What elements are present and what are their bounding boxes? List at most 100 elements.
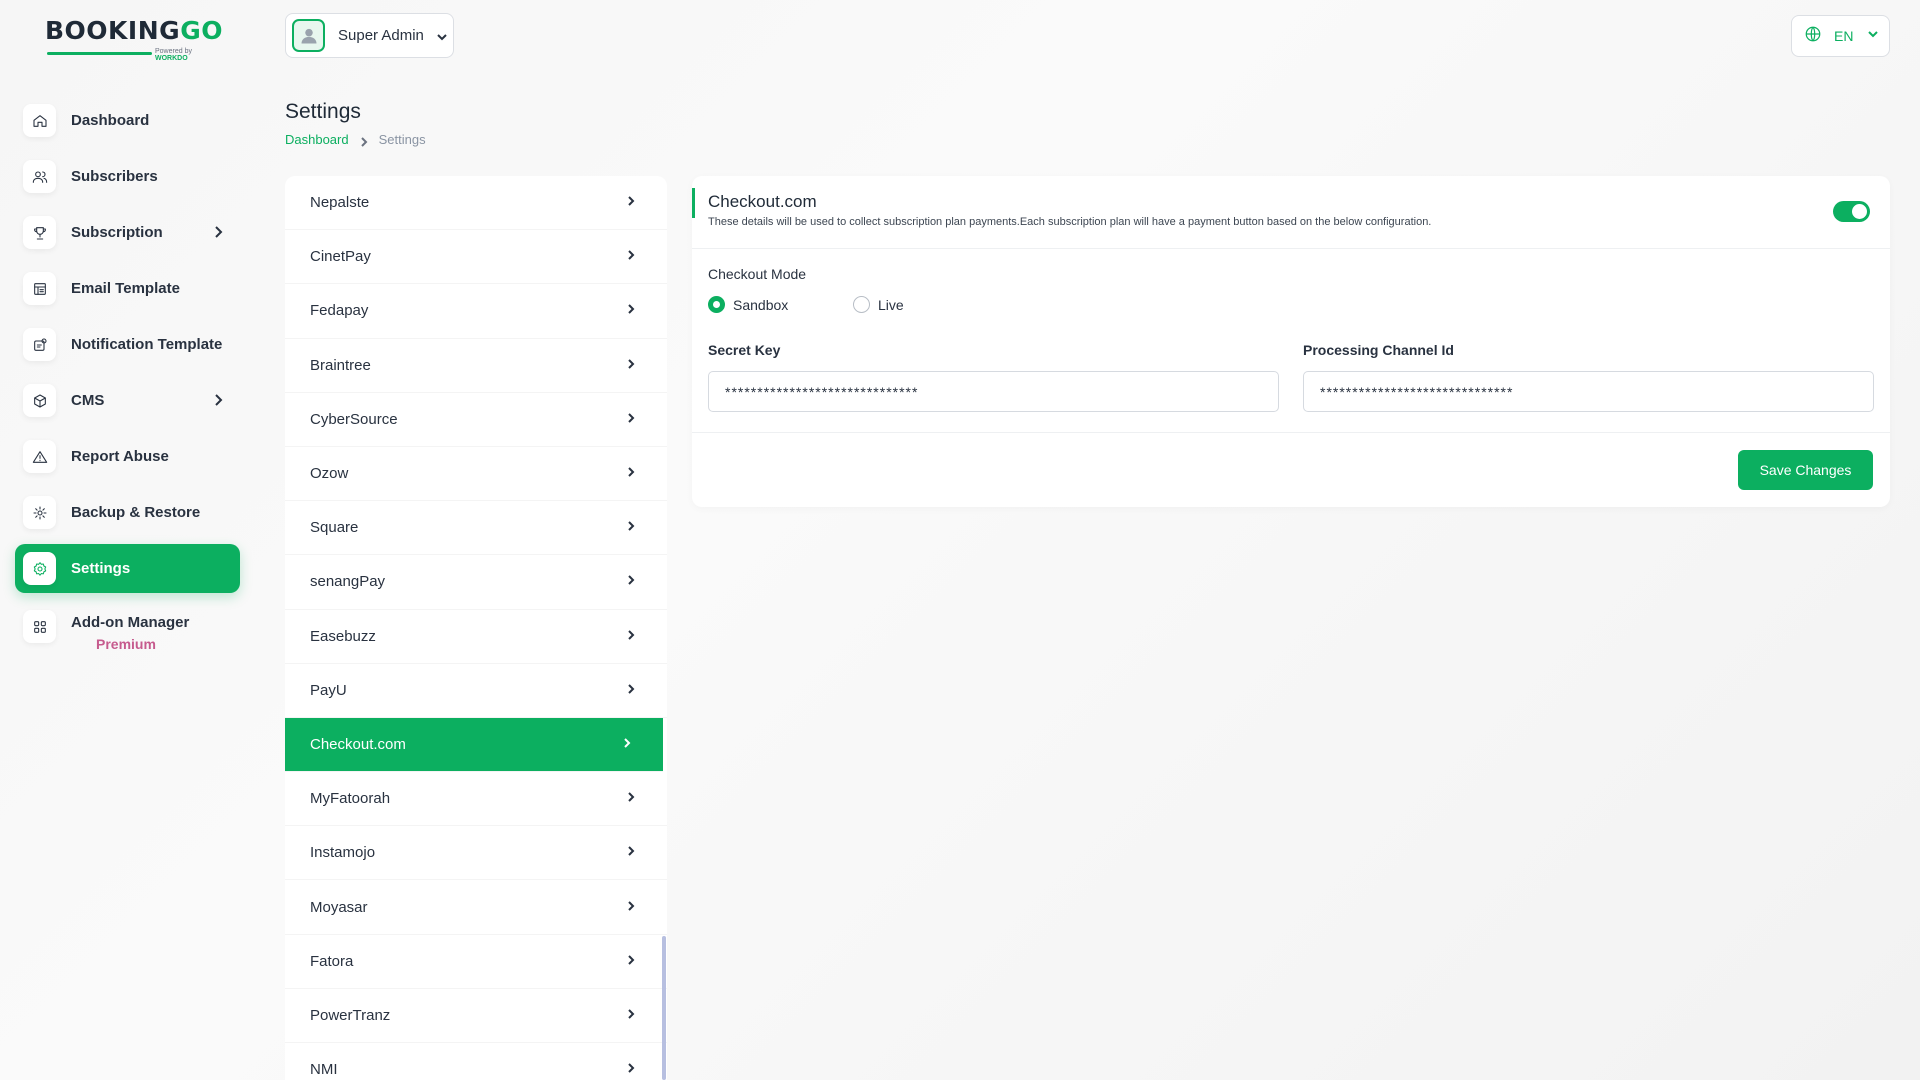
template-icon xyxy=(33,282,46,295)
settings-item-fatora[interactable]: Fatora xyxy=(285,935,667,989)
settings-item-ozow[interactable]: Ozow xyxy=(285,447,667,502)
settings-item-label: Fedapay xyxy=(310,302,369,320)
chevron-right-icon xyxy=(625,302,637,319)
user-icon xyxy=(301,28,316,43)
home-icon xyxy=(23,104,56,137)
settings-item-myfatoorah[interactable]: MyFatoorah xyxy=(285,772,667,827)
settings-item-cybersource[interactable]: CyberSource xyxy=(285,393,667,447)
chevron-right-icon xyxy=(625,573,637,590)
settings-item-payu[interactable]: PayU xyxy=(285,664,667,718)
sidebar-item-label: Email Template xyxy=(71,279,180,297)
sidebar-item-report-abuse[interactable]: Report Abuse xyxy=(15,432,240,481)
chevron-right-icon xyxy=(625,628,637,645)
chevron-right-icon xyxy=(625,790,637,807)
sidebar-item-text: Backup & Restore xyxy=(71,504,200,522)
radio-sandbox[interactable] xyxy=(708,296,725,313)
chevron-right-icon xyxy=(625,844,637,861)
radio-live[interactable] xyxy=(853,296,870,313)
chevron-right-icon xyxy=(210,224,226,240)
save-changes-button[interactable]: Save Changes xyxy=(1738,450,1873,490)
template-icon xyxy=(23,272,56,305)
sidebar-item-subscription[interactable]: Subscription xyxy=(15,208,240,257)
language-code: EN xyxy=(1834,28,1854,44)
sidebar-item-label: Report Abuse xyxy=(71,447,169,465)
sidebar-item-label: Subscribers xyxy=(71,167,158,185)
settings-item-label: Fatora xyxy=(310,952,354,970)
sidebar-item-text: Subscribers xyxy=(71,168,158,186)
sidebar-item-text: Subscription xyxy=(71,224,163,242)
language-selector[interactable]: EN xyxy=(1791,15,1890,57)
radio-live-label: Live xyxy=(878,296,904,313)
sidebar-item-label: Notification Template xyxy=(71,335,223,353)
sidebar-item-text: Notification Template xyxy=(71,336,222,354)
page-title: Settings xyxy=(285,100,361,123)
sidebar-item-text: Email Template xyxy=(71,280,180,298)
users-icon xyxy=(23,160,56,193)
settings-item-moyasar[interactable]: Moyasar xyxy=(285,880,667,935)
settings-item-senangpay[interactable]: senangPay xyxy=(285,555,667,610)
settings-item-instamojo[interactable]: Instamojo xyxy=(285,826,667,881)
chevron-right-icon xyxy=(625,248,637,265)
settings-item-label: Checkout.com xyxy=(310,735,406,753)
mode-option-live[interactable]: Live xyxy=(853,296,904,313)
user-name: Super Admin xyxy=(338,27,424,44)
settings-item-cinetpay[interactable]: CinetPay xyxy=(285,230,667,285)
sidebar-item-label: Dashboard xyxy=(71,111,150,129)
apps-icon xyxy=(23,610,56,643)
chevron-right-icon xyxy=(625,1061,637,1078)
settings-item-nmi[interactable]: NMI xyxy=(285,1043,667,1080)
user-menu-button[interactable]: Super Admin xyxy=(285,13,454,58)
settings-item-label: CyberSource xyxy=(310,410,398,428)
checkout-mode-label: Checkout Mode xyxy=(708,266,807,282)
chevron-right-icon xyxy=(625,682,637,699)
secret-key-input[interactable] xyxy=(708,371,1279,412)
footer-divider xyxy=(692,432,1890,433)
settings-item-powertranz[interactable]: PowerTranz xyxy=(285,989,667,1043)
chevron-right-icon xyxy=(625,465,637,482)
breadcrumb-home-link[interactable]: Dashboard xyxy=(285,132,349,147)
settings-item-label: Moyasar xyxy=(310,898,368,916)
breadcrumb-current: Settings xyxy=(378,132,426,147)
logo-text-main: BOOKING xyxy=(45,16,181,45)
settings-item-square[interactable]: Square xyxy=(285,501,667,556)
chevron-right-icon xyxy=(625,194,637,211)
processing-channel-input[interactable] xyxy=(1303,371,1874,412)
sidebar-item-backup-restore[interactable]: Backup & Restore xyxy=(15,488,240,537)
payment-settings-list: Nepalste CinetPay Fedapay Braintree CyberSou… xyxy=(285,176,667,1080)
settings-item-fedapay[interactable]: Fedapay xyxy=(285,284,667,339)
scrollbar-thumb[interactable] xyxy=(662,936,666,1080)
globe-icon xyxy=(1804,25,1822,48)
sidebar-item-email-template[interactable]: Email Template xyxy=(15,264,240,313)
mode-option-sandbox[interactable]: Sandbox xyxy=(708,296,788,313)
settings-item-label: Braintree xyxy=(310,356,371,374)
sidebar-item-label: Subscription xyxy=(71,223,163,241)
trophy-icon xyxy=(33,226,46,240)
settings-item-label: Instamojo xyxy=(310,844,376,862)
card-title: Checkout.com xyxy=(708,192,817,211)
settings-item-checkout-com[interactable]: Checkout.com xyxy=(285,717,663,773)
cube-icon xyxy=(33,393,46,408)
enable-toggle[interactable] xyxy=(1833,201,1870,222)
brand-logo[interactable]: BOOKINGGO Powered by WORKDO xyxy=(45,16,223,63)
processing-channel-label: Processing Channel Id xyxy=(1303,342,1454,358)
sidebar-item-cms[interactable]: CMS xyxy=(15,376,240,425)
settings-item-label: Easebuzz xyxy=(310,627,376,645)
home-icon xyxy=(32,114,47,127)
settings-item-nepalste[interactable]: Nepalste xyxy=(285,176,667,231)
sidebar-item-label: Settings xyxy=(71,559,131,577)
sidebar-item-notification-template[interactable]: Notification Template xyxy=(15,320,240,369)
settings-item-braintree[interactable]: Braintree xyxy=(285,339,667,393)
sidebar-item-add-on-manager[interactable]: Add-on Manager Premium xyxy=(15,600,240,660)
logo-text-accent: GO xyxy=(180,16,223,45)
notification-icon xyxy=(23,328,56,361)
sidebar-item-label: Add-on Manager xyxy=(71,614,190,631)
sidebar-item-dashboard[interactable]: Dashboard xyxy=(15,96,240,145)
sidebar-item-settings[interactable]: Settings xyxy=(15,544,240,593)
settings-item-label: senangPay xyxy=(310,573,386,591)
gear-icon xyxy=(33,561,46,576)
notification-icon xyxy=(33,337,47,351)
settings-item-label: Square xyxy=(310,519,359,537)
sidebar-item-subscribers[interactable]: Subscribers xyxy=(15,152,240,201)
chevron-down-icon xyxy=(1867,27,1879,45)
settings-item-easebuzz[interactable]: Easebuzz xyxy=(285,610,667,664)
